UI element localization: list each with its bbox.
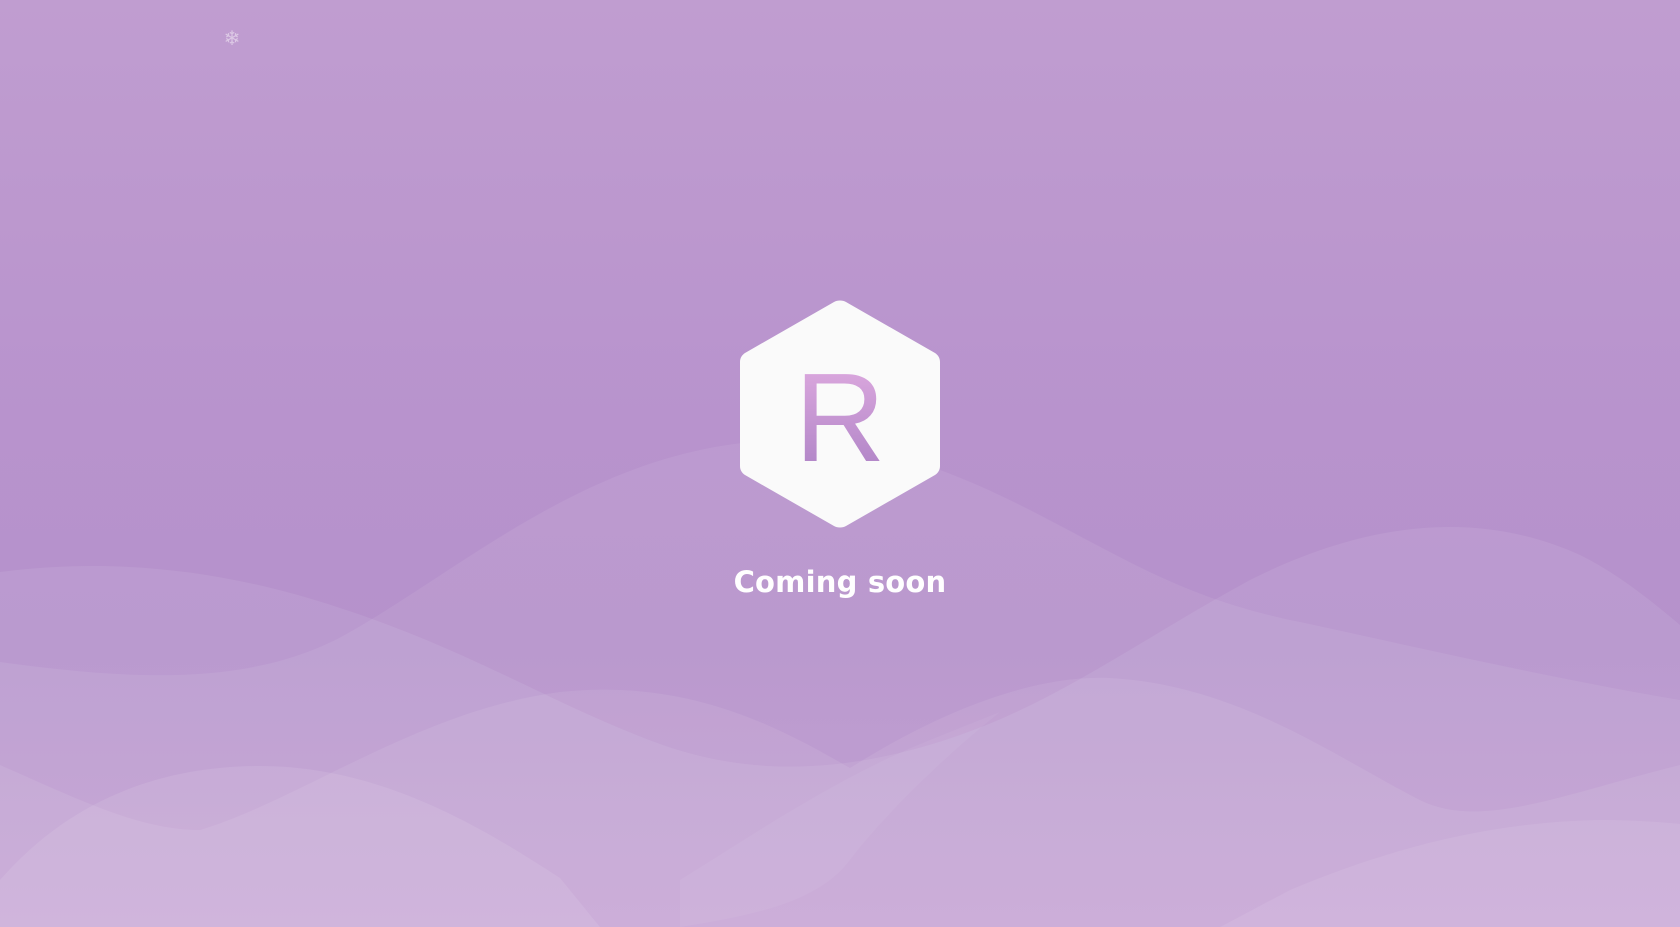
coming-soon-heading: Coming soon xyxy=(733,565,947,599)
logo-letter: R xyxy=(795,347,886,488)
snowflake-icon: ❄ xyxy=(223,26,241,50)
hexagon-logo-icon: R xyxy=(740,300,940,528)
logo: R xyxy=(739,299,941,529)
